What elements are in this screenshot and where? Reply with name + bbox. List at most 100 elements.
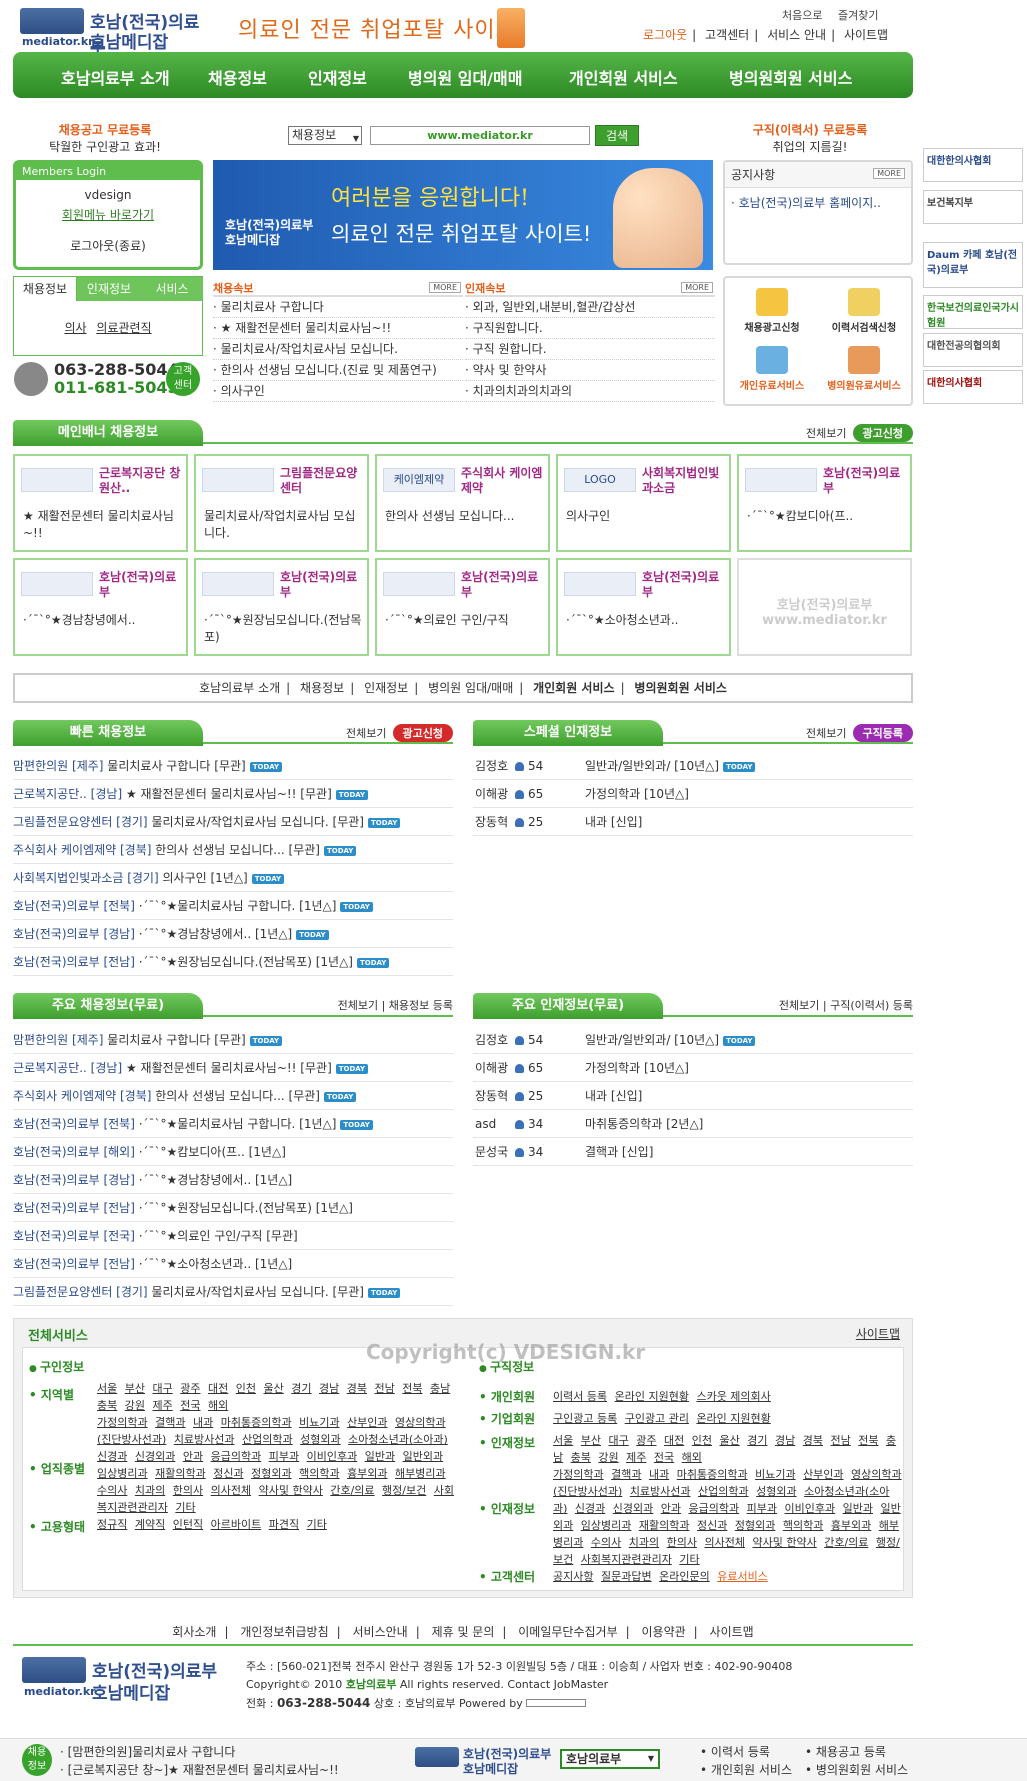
service-link[interactable]: 신경외과 <box>135 1450 175 1463</box>
list-item[interactable]: · 물리치료사 구합니다 <box>213 297 463 318</box>
service-link[interactable]: 재활의학과 <box>639 1519 690 1532</box>
company[interactable]: 호남(전국)의료부 [전북] <box>13 1117 139 1131</box>
customer-center-link[interactable]: 고객센터 <box>700 28 754 42</box>
list-item[interactable]: 호남(전국)의료부 [경남] ·´¯`°★경남창녕에서.. [1년△] <box>13 1166 453 1194</box>
person-desc[interactable]: 내과 [신입] <box>585 808 642 836</box>
service-link[interactable]: 피부과 <box>269 1450 299 1463</box>
banner-card[interactable]: 호남(전국)의료부 ·´¯`°★경남창녕에서.. <box>13 558 188 656</box>
service-link[interactable]: 파견직 <box>269 1518 299 1531</box>
list-item[interactable]: 근로복지공단.. [경남] ★ 재활전문센터 물리치료사님~!! [무관] TOD… <box>13 780 453 808</box>
company[interactable]: 호남(전국)의료부 [전남] <box>13 955 139 969</box>
service-link[interactable]: 재활의학과 <box>155 1467 206 1480</box>
service-link[interactable]: 정신과 <box>697 1519 727 1532</box>
service-link[interactable]: 흉부외과 <box>831 1519 871 1532</box>
tnav-jobs[interactable]: 채용정보 <box>294 681 350 695</box>
service-link[interactable]: 일반과 <box>843 1502 873 1515</box>
service-link[interactable]: 응급의학과 <box>689 1502 740 1515</box>
service-link[interactable]: 비뇨기과 <box>755 1468 795 1481</box>
tnav-personal[interactable]: 개인회원 서비스 <box>527 681 620 695</box>
service-link[interactable]: 신경외과 <box>613 1502 653 1515</box>
service-link[interactable]: 성형외과 <box>300 1433 340 1446</box>
service-link[interactable]: 사회복지관련관리자 <box>581 1553 672 1566</box>
list-item[interactable]: 장동혁 25 내과 [신입] <box>473 1082 913 1110</box>
banner-card[interactable]: 호남(전국)의료부 ·´¯`°★캄보디아(프.. <box>737 454 912 552</box>
view-all-link[interactable]: 전체보기 <box>346 727 386 740</box>
list-item[interactable]: 그림플전문요양센터 [경기] 물리치료사/작업치료사님 모십니다. [무관] TO… <box>13 808 453 836</box>
company[interactable]: 맘편한의원 [제주] <box>13 1033 107 1047</box>
company[interactable]: 호남(전국)의료부 [해외] <box>13 1145 139 1159</box>
doctor-link[interactable]: 의사 <box>64 321 86 335</box>
service-link[interactable]: 서울 <box>97 1382 117 1395</box>
service-link[interactable]: 소아청소년과(소아과) <box>348 1433 448 1446</box>
company[interactable]: 호남(전국)의료부 [전남] <box>13 1257 139 1271</box>
resume-search-apply[interactable]: 이력서검색신청 <box>819 288 909 334</box>
service-link[interactable]: 제주 <box>153 1399 173 1412</box>
banner-card[interactable]: 호남(전국)의료부 ·´¯`°★의료인 구인/구직 <box>375 558 550 656</box>
nav-jobs[interactable]: 채용정보 <box>208 65 267 89</box>
tnav-lease[interactable]: 병의원 임대/매매 <box>422 681 519 695</box>
service-link[interactable]: 간호/의료 <box>824 1536 868 1549</box>
resume-register[interactable]: 구직(이력서) 무료등록 취업의 지름길! <box>740 121 880 155</box>
service-link[interactable]: 정신과 <box>213 1467 243 1480</box>
service-link[interactable]: 제주 <box>626 1451 646 1464</box>
ad-health-ministry[interactable]: 보건복지부 <box>923 190 1023 224</box>
job-title[interactable]: ·´¯`°★소아청소년과.. [1년△] <box>139 1257 293 1271</box>
service-link[interactable]: 대구 <box>153 1382 173 1395</box>
talent-news-more[interactable]: MORE <box>681 282 713 293</box>
service-link[interactable]: 치료방사선과 <box>630 1485 691 1498</box>
banner-card[interactable]: 근로복지공단 창원산.. ★ 재활전문센터 물리치료사님~!! <box>13 454 188 552</box>
view-all-link[interactable]: 전체보기 <box>779 999 819 1012</box>
service-link[interactable]: 전북 <box>858 1434 878 1447</box>
job-title[interactable]: 한의사 선생님 모십니다... [무관] <box>155 843 320 857</box>
service-link[interactable]: 경남 <box>775 1434 795 1447</box>
service-link[interactable]: 전국 <box>654 1451 674 1464</box>
service-link[interactable]: 간호/의료 <box>330 1484 374 1497</box>
service-link[interactable]: 결핵과 <box>611 1468 641 1481</box>
person-name[interactable]: 이해광 <box>475 1054 508 1082</box>
service-link[interactable]: 스카웃 제의회사 <box>696 1390 770 1403</box>
company[interactable]: 호남(전국)의료부 [전북] <box>13 899 139 913</box>
company[interactable]: 근로복지공단.. [경남] <box>13 787 126 801</box>
home-link[interactable]: 처음으로 <box>782 9 822 22</box>
favorite-link[interactable]: 즐겨찾기 <box>838 9 878 22</box>
ad-apply-button[interactable]: 광고신청 <box>852 424 913 442</box>
service-link[interactable]: 유료서비스 <box>717 1570 768 1583</box>
bottom-link[interactable]: 채용공고 등록 <box>805 1743 886 1760</box>
job-register-link[interactable]: 채용정보 등록 <box>389 999 453 1012</box>
service-link[interactable]: 충남 <box>430 1382 450 1395</box>
logout-link[interactable]: 로그아웃 <box>638 28 692 42</box>
service-link[interactable]: 비뇨기과 <box>299 1416 339 1429</box>
ad-apply-button[interactable]: 광고신청 <box>392 724 453 742</box>
service-link[interactable]: 신경과 <box>97 1450 127 1463</box>
service-link[interactable]: 내과 <box>649 1468 669 1481</box>
job-title[interactable]: ·´¯`°★의료인 구인/구직 [무관] <box>139 1229 298 1243</box>
list-item[interactable]: · 물리치료사/작업치료사님 모십니다. <box>213 339 463 360</box>
service-link[interactable]: 성형외과 <box>756 1485 796 1498</box>
company[interactable]: 호남(전국)의료부 [전국] <box>13 1229 139 1243</box>
service-link[interactable]: 의사전체 <box>705 1536 745 1549</box>
banner-card[interactable]: 호남(전국)의료부 www.mediator.kr <box>737 558 912 656</box>
service-link[interactable]: 전국 <box>180 1399 200 1412</box>
service-link[interactable]: 산부인과 <box>803 1468 843 1481</box>
service-link[interactable]: 치과의 <box>135 1484 165 1497</box>
footer-link[interactable]: 이메일무단수집거부 <box>510 1625 625 1639</box>
service-link[interactable]: 일반외과 <box>403 1450 443 1463</box>
job-title[interactable]: 물리치료사 구합니다 [무관] <box>107 1033 245 1047</box>
list-item[interactable]: asd 34 마취통증의학과 [2년△] <box>473 1110 913 1138</box>
service-link[interactable]: 가정의학과 <box>553 1468 604 1481</box>
service-link[interactable]: 한의사 <box>667 1536 697 1549</box>
service-link[interactable]: 정형외과 <box>251 1467 291 1480</box>
list-item[interactable]: 호남(전국)의료부 [전남] ·´¯`°★소아청소년과.. [1년△] <box>13 1250 453 1278</box>
service-link[interactable]: 경북 <box>347 1382 367 1395</box>
view-all-link[interactable]: 전체보기 <box>806 727 846 740</box>
service-link[interactable]: 마취통증의학과 <box>221 1416 292 1429</box>
person-desc[interactable]: 일반과/일반외과/ [10년△] TODAY <box>585 752 756 780</box>
tnav-intro[interactable]: 호남의료부 소개 <box>193 681 286 695</box>
service-link[interactable]: 치과의 <box>629 1536 659 1549</box>
ticker-item[interactable]: · [맘편한의원]물리치료사 구합니다 <box>60 1743 235 1760</box>
company[interactable]: 맘편한의원 [제주] <box>13 759 107 773</box>
company[interactable]: 호남(전국)의료부 [경남] <box>13 1173 139 1187</box>
service-link[interactable]: 강원 <box>598 1451 618 1464</box>
tab-talent[interactable]: 인재정보 <box>77 277 141 301</box>
service-link[interactable]: 구인광고 등록 <box>553 1412 617 1425</box>
